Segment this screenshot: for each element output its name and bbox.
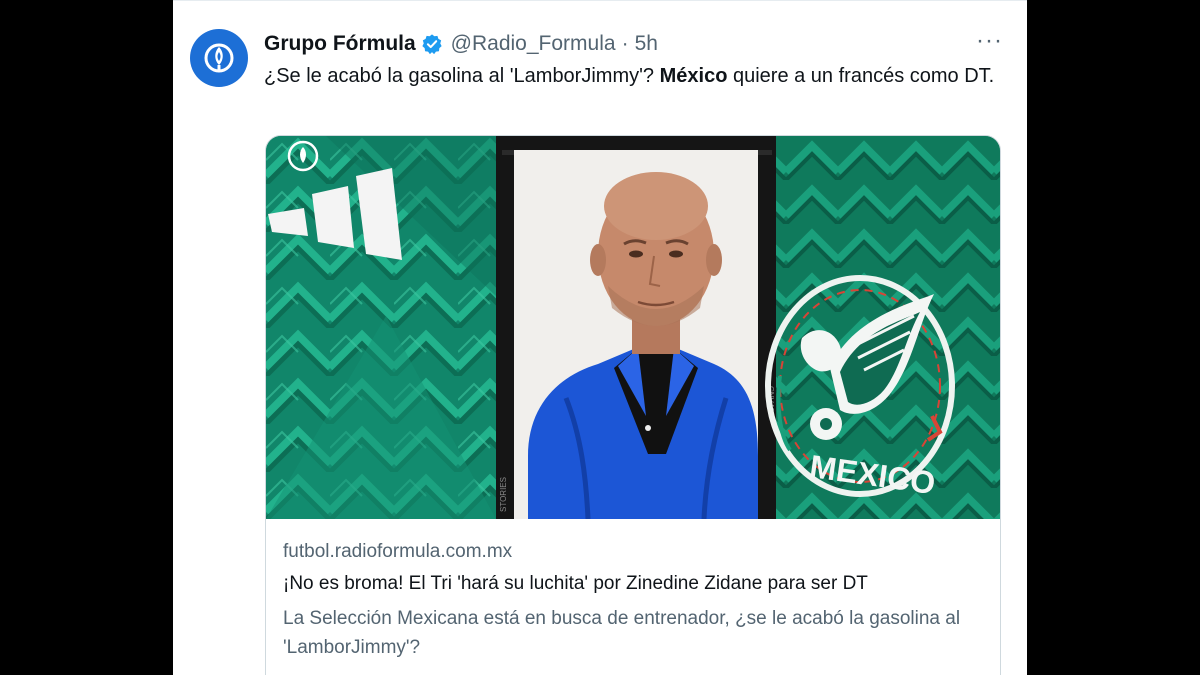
author-handle[interactable]: @Radio_Formula [451, 32, 616, 56]
grupo-formula-logo-icon [204, 43, 234, 73]
link-preview-card[interactable]: STORIES CNV40 MEXICO futbol.radioformula… [265, 135, 1001, 675]
screenshot-stage: Grupo Fórmula @Radio_Formula · 5h ··· ¿S… [0, 0, 1200, 675]
tweet-text-bold: México [659, 65, 728, 87]
link-preview-image[interactable]: STORIES CNV40 MEXICO [266, 136, 1000, 519]
verified-badge-icon [421, 33, 443, 55]
tweet-header: Grupo Fórmula @Radio_Formula · 5h [264, 31, 1007, 57]
frame-text-left: STORIES [499, 477, 508, 512]
author-name[interactable]: Grupo Fórmula [264, 32, 416, 56]
player-photo [514, 150, 758, 519]
more-options-icon[interactable]: ··· [976, 29, 1003, 53]
tweet-timestamp[interactable]: 5h [635, 32, 658, 56]
card-title[interactable]: ¡No es broma! El Tri 'hará su luchita' p… [283, 573, 868, 595]
card-description: La Selección Mexicana está en busca de e… [283, 608, 961, 658]
avatar[interactable] [190, 29, 248, 87]
card-domain[interactable]: futbol.radioformula.com.mx [283, 541, 512, 563]
tweet-text-start: ¿Se le acabó la gasolina al 'LamborJimmy… [264, 65, 660, 87]
tweet-card[interactable]: Grupo Fórmula @Radio_Formula · 5h ··· ¿S… [173, 0, 1027, 675]
tweet-text-end: quiere a un francés como DT. [727, 65, 995, 87]
separator-dot: · [621, 32, 629, 55]
tweet-text: ¿Se le acabó la gasolina al 'LamborJimmy… [264, 62, 1004, 91]
